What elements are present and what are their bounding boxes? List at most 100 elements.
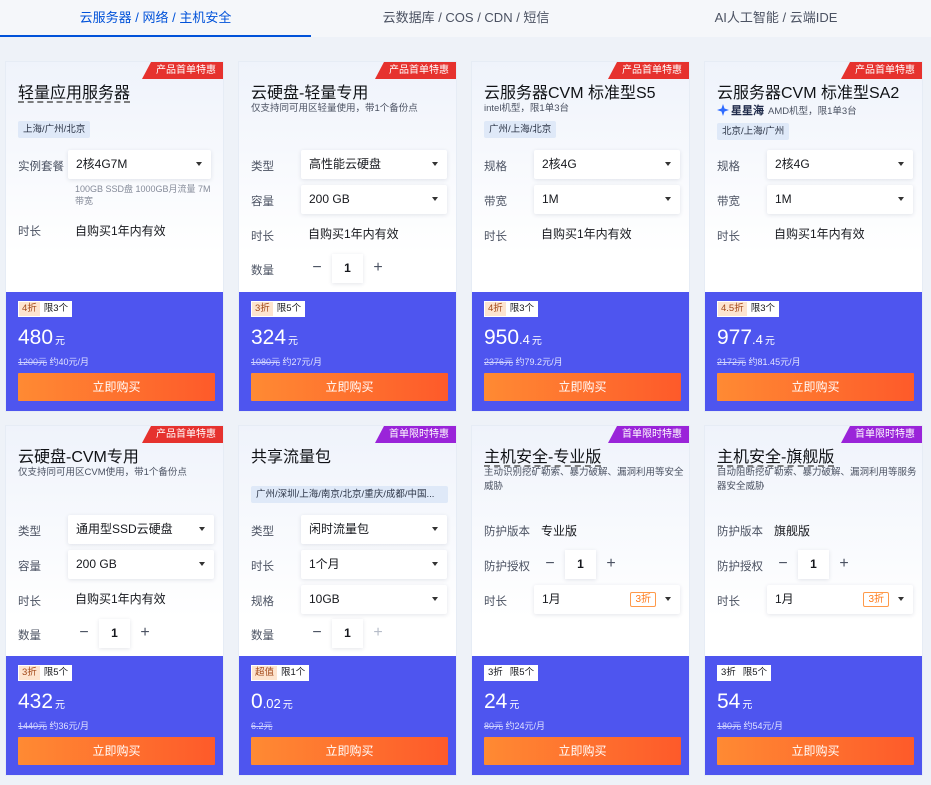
- minus-icon[interactable]: −: [768, 550, 798, 579]
- buy-button[interactable]: 立即购买: [484, 737, 681, 765]
- duration-select[interactable]: 1月 3折: [767, 585, 913, 614]
- plus-icon[interactable]: +: [596, 550, 626, 579]
- discount-badges: 4.5折 限3个: [717, 301, 780, 317]
- buy-button[interactable]: 立即购买: [18, 737, 215, 765]
- original-price: 6.2元: [251, 719, 273, 732]
- minus-icon[interactable]: −: [69, 619, 99, 648]
- duration-label: 时长: [484, 231, 507, 243]
- product-title[interactable]: 主机安全-旗舰版: [717, 443, 834, 467]
- original-price: 1080元 约27元/月: [251, 355, 322, 368]
- chevron-down-icon: [432, 197, 438, 201]
- discount-badges: 3折 限5个: [18, 665, 73, 681]
- chevron-down-icon: [665, 162, 671, 166]
- minus-icon[interactable]: −: [302, 254, 332, 283]
- capacity-select[interactable]: 200 GB: [301, 185, 447, 214]
- product-title: 云服务器CVM 标准型SA2: [717, 85, 900, 102]
- promo-ribbon: 首单限时特惠: [841, 426, 922, 443]
- product-category-tabs: 云服务器 / 网络 / 主机安全 云数据库 / COS / CDN / 短信 A…: [0, 0, 931, 37]
- tab-server-network-security[interactable]: 云服务器 / 网络 / 主机安全: [0, 0, 311, 37]
- quantity-value[interactable]: 1: [332, 619, 363, 648]
- buy-button[interactable]: 立即购买: [717, 737, 914, 765]
- buy-button[interactable]: 立即购买: [251, 737, 448, 765]
- protect-version-label: 防护版本: [484, 526, 530, 538]
- duration-value: 自购买1年内有效: [774, 227, 865, 241]
- discount-badge: 3折: [18, 665, 41, 681]
- duration-select[interactable]: 1个月: [301, 550, 447, 579]
- buy-button[interactable]: 立即购买: [717, 373, 914, 401]
- minus-icon[interactable]: −: [535, 550, 565, 579]
- region-tag: 上海/广州/北京: [18, 121, 91, 138]
- price: 0.02 元: [251, 690, 293, 714]
- bandwidth-select[interactable]: 1M: [534, 185, 680, 214]
- capacity-label: 容量: [251, 196, 274, 208]
- discount-badge: 3折: [251, 301, 274, 317]
- quantity-value[interactable]: 1: [798, 550, 829, 579]
- capacity-value: 200 GB: [309, 192, 350, 206]
- plus-icon[interactable]: +: [363, 254, 393, 283]
- price-panel: 超值 限1个 0.02 元 6.2元 立即购买: [239, 656, 456, 775]
- protect-auth-stepper: − 1 +: [768, 550, 859, 579]
- price-panel: 4.5折 限3个 977.4 元 2172元 约81.45元/月 立即购买: [705, 292, 922, 411]
- brand-logo: 星星海: [717, 102, 764, 118]
- plus-icon[interactable]: +: [829, 550, 859, 579]
- product-title[interactable]: 轻量应用服务器: [18, 79, 130, 103]
- quantity-value[interactable]: 1: [332, 254, 363, 283]
- tab-ai-cloud-ide[interactable]: AI人工智能 / 云端IDE: [621, 0, 931, 37]
- buy-button[interactable]: 立即购买: [18, 373, 215, 401]
- product-title: 云服务器CVM 标准型S5: [484, 85, 656, 102]
- product-card-traffic-package: 首单限时特惠 共享流量包 广州/深圳/上海/南京/北京/重庆/成都/中国... …: [238, 425, 457, 776]
- price-unit: 元: [282, 700, 293, 711]
- capacity-select[interactable]: 200 GB: [68, 550, 214, 579]
- duration-select[interactable]: 1月 3折: [534, 585, 680, 614]
- price-integer: 324: [251, 326, 287, 349]
- product-card-cvm-sa2: 产品首单特惠 云服务器CVM 标准型SA2 星星海 AMD机型，限1单3台 北京…: [704, 61, 923, 412]
- product-title[interactable]: 主机安全-专业版: [484, 443, 601, 467]
- spec-select[interactable]: 10GB: [301, 585, 447, 614]
- per-month-price: 约24元/月: [505, 721, 546, 731]
- buy-button[interactable]: 立即购买: [484, 373, 681, 401]
- plus-icon[interactable]: +: [363, 619, 393, 648]
- type-value: 通用型SSD云硬盘: [76, 522, 173, 536]
- discount-badges: 超值 限1个: [251, 665, 310, 681]
- instance-select[interactable]: 2核4G7M: [68, 150, 211, 179]
- spec-select[interactable]: 2核4G: [534, 150, 680, 179]
- brand-line: 星星海 AMD机型，限1单3台: [717, 102, 857, 118]
- product-title: 云硬盘-轻量专用: [251, 85, 369, 102]
- type-select[interactable]: 高性能云硬盘: [301, 150, 447, 179]
- bandwidth-select[interactable]: 1M: [767, 185, 913, 214]
- protect-auth-label: 防护授权: [717, 561, 763, 573]
- region-tag: 广州/上海/北京: [484, 121, 557, 138]
- original-price: 80元 约24元/月: [484, 719, 545, 732]
- price-decimal: .4: [519, 332, 530, 347]
- duration-label: 时长: [717, 596, 740, 608]
- spec-select[interactable]: 2核4G: [767, 150, 913, 179]
- per-month-price: 约54元/月: [743, 721, 784, 731]
- buy-button[interactable]: 立即购买: [251, 373, 448, 401]
- minus-icon[interactable]: −: [302, 619, 332, 648]
- type-select[interactable]: 通用型SSD云硬盘: [68, 515, 214, 544]
- quantity-value[interactable]: 1: [565, 550, 596, 579]
- discount-badges: 3折 限5个: [717, 665, 772, 681]
- original-price-value: 1200元: [18, 357, 48, 367]
- price-panel: 4折 限3个 950.4 元 2376元 约79.2元/月 立即购买: [472, 292, 689, 411]
- product-subtitle: 自动阻断挖矿勒索、暴力破解、漏洞利用等服务器安全威胁: [717, 467, 917, 492]
- duration-label: 时长: [18, 596, 41, 608]
- product-card-cvm-s5: 产品首单特惠 云服务器CVM 标准型S5 intel机型，限1单3台 广州/上海…: [471, 61, 690, 412]
- quantity-label: 数量: [251, 265, 274, 277]
- price: 432 元: [18, 690, 65, 714]
- plus-icon[interactable]: +: [130, 619, 160, 648]
- spec-label: 规格: [717, 161, 740, 173]
- price-integer: 480: [18, 326, 54, 349]
- tab-database-cos-cdn-sms[interactable]: 云数据库 / COS / CDN / 短信: [311, 0, 621, 37]
- discount-badges: 3折 限5个: [484, 665, 539, 681]
- package-note: 100GB SSD盘 1000GB月流量 7M带宽: [75, 184, 211, 206]
- original-price-value: 180元: [717, 721, 742, 731]
- instance-value: 2核4G7M: [76, 157, 128, 171]
- promo-ribbon: 产品首单特惠: [841, 62, 922, 79]
- bandwidth-label: 带宽: [484, 196, 507, 208]
- type-select[interactable]: 闲时流量包: [301, 515, 447, 544]
- original-price: 2376元 约79.2元/月: [484, 355, 563, 368]
- chevron-down-icon: [199, 527, 205, 531]
- quantity-value[interactable]: 1: [99, 619, 130, 648]
- protect-version-label: 防护版本: [717, 526, 763, 538]
